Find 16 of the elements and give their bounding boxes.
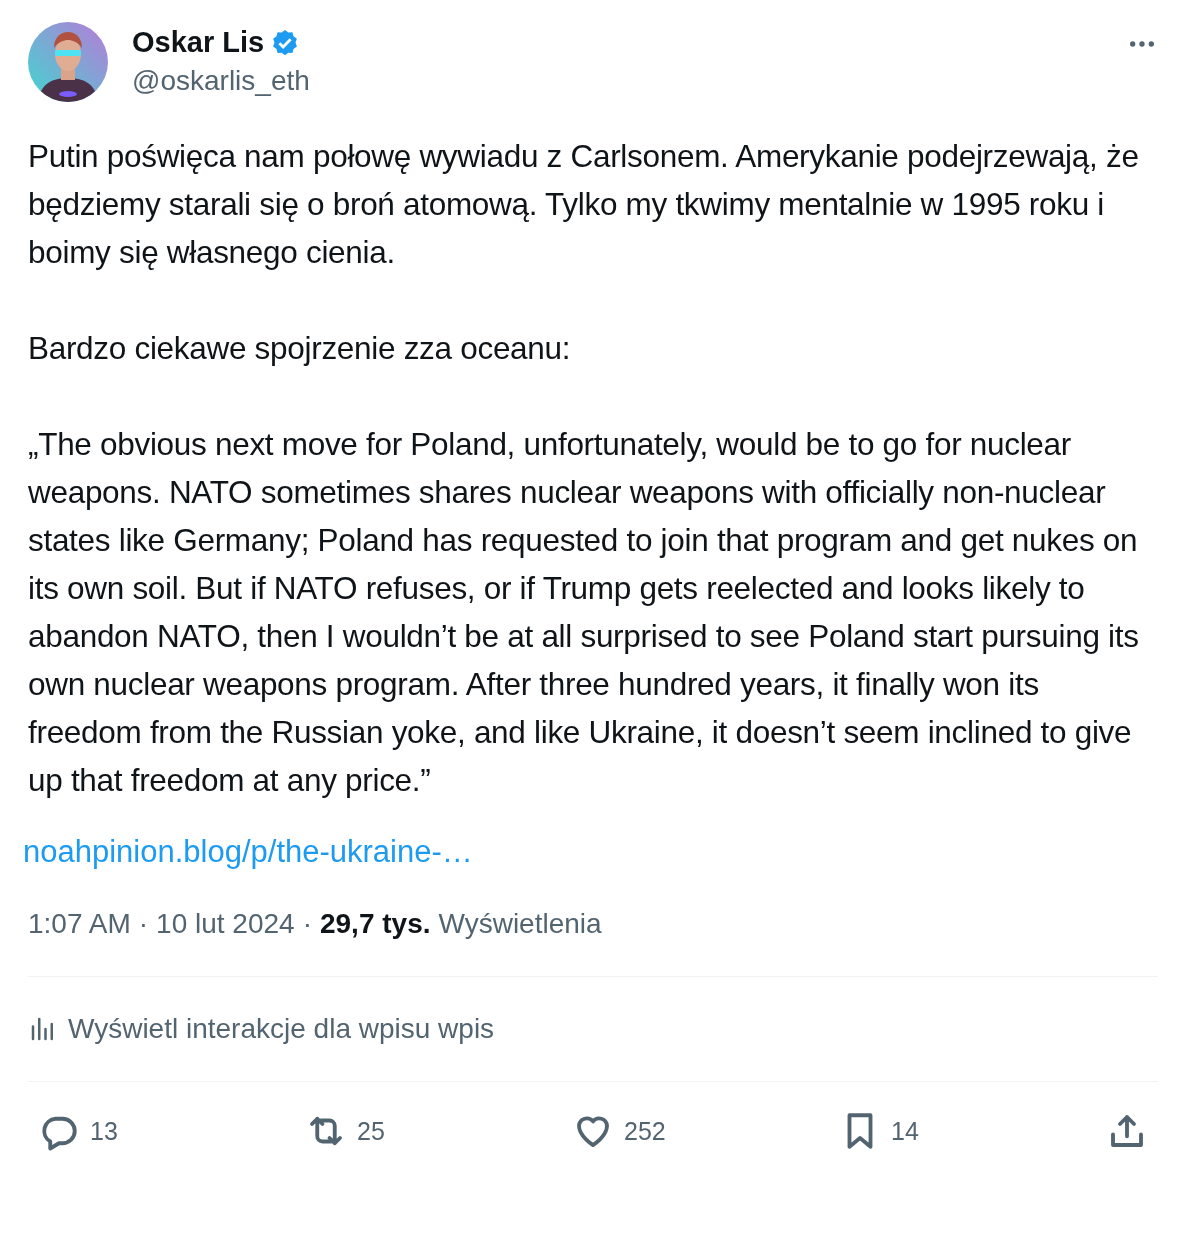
author-name[interactable]: Oskar Lis <box>132 26 265 59</box>
post-time[interactable]: 1:07 AM <box>28 908 131 940</box>
post-paragraph: Putin poświęca nam połowę wywiadu z Carlsonem. Amerykanie podejrzewają, że będziemy starali się o broń atomową. Tylko my tkwimy mentalnie w 1995 roku i boimy się własnego cienia. <box>28 137 1140 272</box>
like-button[interactable]: 252 <box>572 1110 832 1152</box>
views-label: Wyświetlenia <box>438 908 602 940</box>
post-paragraph: „The obvious next move for Poland, unfortunately, would be to go for nuclear weapons. NATO sometimes shares nuclear weapons with officially non-nuclear states like Germany; Poland has requested to join that program and get nukes on its own soil. But if NATO refuses, or if Trump gets reelected and looks likely to abandon NATO, then I wouldn’t be at all surprised to see Poland start pursuing its own nuclear weapons program. After three hundred years, it finally won its freedom from the Russian yoke, and like Ukraine, it doesn’t seem inclined to give up that freedom at any price.” <box>28 425 1140 800</box>
repost-button[interactable]: 25 <box>305 1110 565 1152</box>
post-paragraph: Bardzo ciekawe spojrzenie zza oceanu: <box>28 329 572 368</box>
author-handle[interactable]: @oskarlis_eth <box>132 65 1102 97</box>
bookmark-button[interactable]: 14 <box>839 1110 1099 1152</box>
post-date[interactable]: 10 lut 2024 <box>156 908 295 940</box>
view-count: 29,7 tys. <box>319 908 431 940</box>
analytics-link[interactable]: Wyświetl interakcje dla wpisu wpis <box>28 1013 495 1045</box>
separator-dot: · <box>302 908 312 940</box>
separator-dot: · <box>138 908 149 940</box>
reply-button[interactable]: 13 <box>38 1110 298 1152</box>
